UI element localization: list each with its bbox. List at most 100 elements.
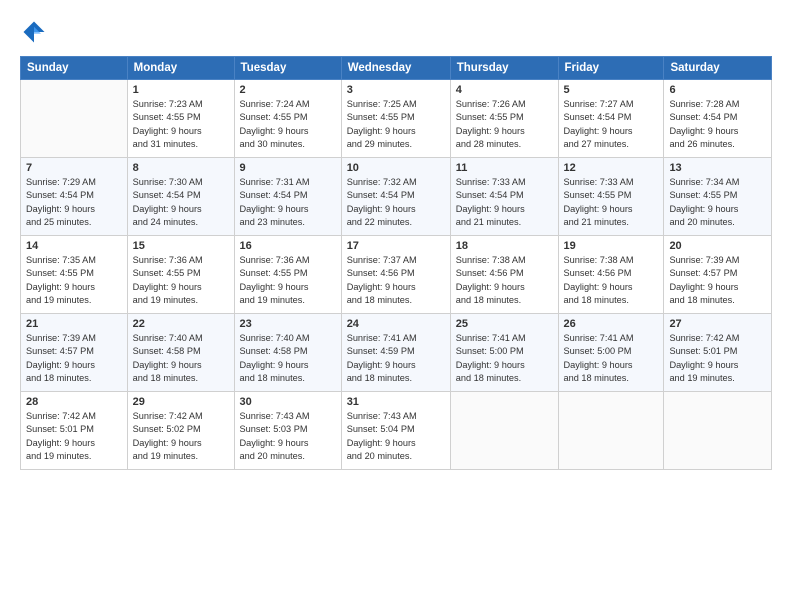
calendar-cell: 21 Sunrise: 7:39 AM Sunset: 4:57 PM Dayli… [21,314,128,392]
day-number: 5 [564,84,659,96]
calendar-cell: 23 Sunrise: 7:40 AM Sunset: 4:58 PM Dayli… [234,314,341,392]
week-row: 7 Sunrise: 7:29 AM Sunset: 4:54 PM Daylig… [21,158,772,236]
cell-content: Sunrise: 7:33 AM Sunset: 4:54 PM Dayligh… [456,176,553,229]
cell-content: Sunrise: 7:31 AM Sunset: 4:54 PM Dayligh… [240,176,336,229]
cell-content: Sunrise: 7:33 AM Sunset: 4:55 PM Dayligh… [564,176,659,229]
cell-content: Sunrise: 7:37 AM Sunset: 4:56 PM Dayligh… [347,254,445,307]
cell-content: Sunrise: 7:35 AM Sunset: 4:55 PM Dayligh… [26,254,122,307]
day-number: 28 [26,396,122,408]
cell-content: Sunrise: 7:36 AM Sunset: 4:55 PM Dayligh… [240,254,336,307]
cell-content: Sunrise: 7:25 AM Sunset: 4:55 PM Dayligh… [347,98,445,151]
calendar-cell: 6 Sunrise: 7:28 AM Sunset: 4:54 PM Daylig… [664,80,772,158]
day-number: 12 [564,162,659,174]
day-number: 19 [564,240,659,252]
day-number: 7 [26,162,122,174]
day-header: Monday [127,57,234,80]
day-header: Tuesday [234,57,341,80]
day-header: Saturday [664,57,772,80]
logo-icon [20,18,48,46]
calendar-cell: 29 Sunrise: 7:42 AM Sunset: 5:02 PM Dayli… [127,392,234,470]
cell-content: Sunrise: 7:34 AM Sunset: 4:55 PM Dayligh… [669,176,766,229]
header [20,18,772,46]
calendar-cell: 31 Sunrise: 7:43 AM Sunset: 5:04 PM Dayli… [341,392,450,470]
calendar-cell: 12 Sunrise: 7:33 AM Sunset: 4:55 PM Dayli… [558,158,664,236]
calendar-cell: 18 Sunrise: 7:38 AM Sunset: 4:56 PM Dayli… [450,236,558,314]
day-number: 22 [133,318,229,330]
day-number: 20 [669,240,766,252]
calendar-cell: 14 Sunrise: 7:35 AM Sunset: 4:55 PM Dayli… [21,236,128,314]
day-number: 14 [26,240,122,252]
cell-content: Sunrise: 7:40 AM Sunset: 4:58 PM Dayligh… [240,332,336,385]
day-number: 9 [240,162,336,174]
calendar-cell: 11 Sunrise: 7:33 AM Sunset: 4:54 PM Dayli… [450,158,558,236]
cell-content: Sunrise: 7:43 AM Sunset: 5:04 PM Dayligh… [347,410,445,463]
cell-content: Sunrise: 7:29 AM Sunset: 4:54 PM Dayligh… [26,176,122,229]
week-row: 1Sunrise: 7:23 AM Sunset: 4:55 PM Daylig… [21,80,772,158]
day-number: 23 [240,318,336,330]
day-header: Thursday [450,57,558,80]
calendar-cell: 25 Sunrise: 7:41 AM Sunset: 5:00 PM Dayli… [450,314,558,392]
day-header: Wednesday [341,57,450,80]
cell-content: Sunrise: 7:38 AM Sunset: 4:56 PM Dayligh… [456,254,553,307]
calendar-cell: 17 Sunrise: 7:37 AM Sunset: 4:56 PM Dayli… [341,236,450,314]
day-number: 29 [133,396,229,408]
day-number: 17 [347,240,445,252]
calendar-cell: 20 Sunrise: 7:39 AM Sunset: 4:57 PM Dayli… [664,236,772,314]
calendar-cell: 30Sunrise: 7:43 AM Sunset: 5:03 PM Dayli… [234,392,341,470]
week-row: 21 Sunrise: 7:39 AM Sunset: 4:57 PM Dayli… [21,314,772,392]
cell-content: Sunrise: 7:30 AM Sunset: 4:54 PM Dayligh… [133,176,229,229]
calendar-cell [21,80,128,158]
cell-content: Sunrise: 7:39 AM Sunset: 4:57 PM Dayligh… [26,332,122,385]
calendar-cell: 22Sunrise: 7:40 AM Sunset: 4:58 PM Dayli… [127,314,234,392]
calendar-cell: 19 Sunrise: 7:38 AM Sunset: 4:56 PM Dayli… [558,236,664,314]
calendar-cell: 10 Sunrise: 7:32 AM Sunset: 4:54 PM Dayli… [341,158,450,236]
cell-content: Sunrise: 7:42 AM Sunset: 5:02 PM Dayligh… [133,410,229,463]
cell-content: Sunrise: 7:32 AM Sunset: 4:54 PM Dayligh… [347,176,445,229]
calendar: SundayMondayTuesdayWednesdayThursdayFrid… [20,56,772,470]
calendar-cell: 27Sunrise: 7:42 AM Sunset: 5:01 PM Dayli… [664,314,772,392]
calendar-cell: 2 Sunrise: 7:24 AM Sunset: 4:55 PM Daylig… [234,80,341,158]
cell-content: Sunrise: 7:41 AM Sunset: 5:00 PM Dayligh… [456,332,553,385]
day-number: 26 [564,318,659,330]
calendar-cell: 1Sunrise: 7:23 AM Sunset: 4:55 PM Daylig… [127,80,234,158]
calendar-cell: 3 Sunrise: 7:25 AM Sunset: 4:55 PM Daylig… [341,80,450,158]
day-number: 13 [669,162,766,174]
day-number: 27 [669,318,766,330]
day-number: 4 [456,84,553,96]
calendar-cell [664,392,772,470]
calendar-cell: 13 Sunrise: 7:34 AM Sunset: 4:55 PM Dayli… [664,158,772,236]
page: SundayMondayTuesdayWednesdayThursdayFrid… [0,0,792,612]
day-number: 25 [456,318,553,330]
calendar-cell: 28 Sunrise: 7:42 AM Sunset: 5:01 PM Dayli… [21,392,128,470]
cell-content: Sunrise: 7:38 AM Sunset: 4:56 PM Dayligh… [564,254,659,307]
day-header: Friday [558,57,664,80]
day-number: 10 [347,162,445,174]
cell-content: Sunrise: 7:42 AM Sunset: 5:01 PM Dayligh… [26,410,122,463]
cell-content: Sunrise: 7:27 AM Sunset: 4:54 PM Dayligh… [564,98,659,151]
cell-content: Sunrise: 7:41 AM Sunset: 4:59 PM Dayligh… [347,332,445,385]
day-number: 15 [133,240,229,252]
day-number: 30 [240,396,336,408]
calendar-cell: 16 Sunrise: 7:36 AM Sunset: 4:55 PM Dayli… [234,236,341,314]
cell-content: Sunrise: 7:36 AM Sunset: 4:55 PM Dayligh… [133,254,229,307]
day-number: 3 [347,84,445,96]
day-number: 21 [26,318,122,330]
week-row: 14 Sunrise: 7:35 AM Sunset: 4:55 PM Dayli… [21,236,772,314]
week-row: 28 Sunrise: 7:42 AM Sunset: 5:01 PM Dayli… [21,392,772,470]
cell-content: Sunrise: 7:28 AM Sunset: 4:54 PM Dayligh… [669,98,766,151]
day-number: 18 [456,240,553,252]
day-number: 16 [240,240,336,252]
calendar-cell: 5 Sunrise: 7:27 AM Sunset: 4:54 PM Daylig… [558,80,664,158]
day-number: 31 [347,396,445,408]
day-number: 2 [240,84,336,96]
day-number: 6 [669,84,766,96]
cell-content: Sunrise: 7:39 AM Sunset: 4:57 PM Dayligh… [669,254,766,307]
day-number: 11 [456,162,553,174]
day-number: 1 [133,84,229,96]
calendar-cell: 8 Sunrise: 7:30 AM Sunset: 4:54 PM Daylig… [127,158,234,236]
calendar-cell: 4Sunrise: 7:26 AM Sunset: 4:55 PM Daylig… [450,80,558,158]
day-number: 8 [133,162,229,174]
day-number: 24 [347,318,445,330]
header-row: SundayMondayTuesdayWednesdayThursdayFrid… [21,57,772,80]
cell-content: Sunrise: 7:24 AM Sunset: 4:55 PM Dayligh… [240,98,336,151]
